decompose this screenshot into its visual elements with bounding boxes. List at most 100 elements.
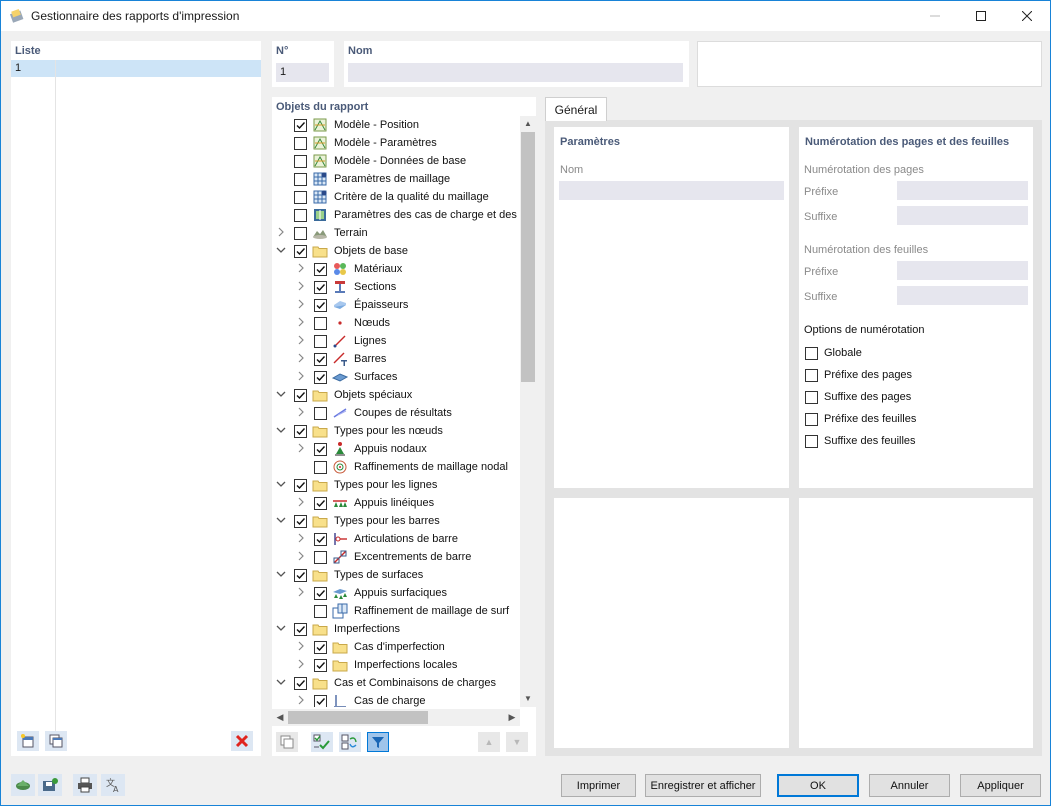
chevron-down-icon[interactable] [276,569,286,581]
chevron-down-icon[interactable] [276,515,286,527]
tree-item-checkbox[interactable] [294,173,307,186]
tree-item[interactable]: Types pour les barres [272,512,520,530]
tree-item[interactable]: Cas et Combinaisons de charges [272,674,520,692]
chevron-right-icon[interactable] [276,227,286,239]
model-view-button[interactable] [11,774,35,796]
chevron-right-icon[interactable] [296,281,306,293]
scroll-left-arrow-icon[interactable]: ◀ [272,709,288,726]
numbering-option[interactable]: Préfixe des pages [805,367,912,383]
tree-item[interactable]: Sections [272,278,520,296]
tree-item-checkbox[interactable] [314,407,327,420]
chevron-right-icon[interactable] [296,443,306,455]
check-all-button[interactable] [311,732,333,752]
tree-item-checkbox[interactable] [294,191,307,204]
chevron-right-icon[interactable] [296,335,306,347]
tree-item-checkbox[interactable] [314,497,327,510]
tree-item[interactable]: Types pour les nœuds [272,422,520,440]
scroll-thumb[interactable] [521,132,535,382]
numbering-option[interactable]: Globale [805,345,862,361]
tree-item-checkbox[interactable] [314,641,327,654]
tree-item[interactable]: Cas d'imperfection [272,638,520,656]
tree-item[interactable]: Excentrements de barre [272,548,520,566]
tree-item[interactable]: Types pour les lignes [272,476,520,494]
name-field[interactable] [348,63,683,82]
sheet-suffix-field[interactable] [897,286,1028,305]
delete-report-button[interactable] [231,731,253,751]
sheet-prefix-field[interactable] [897,261,1028,280]
chevron-down-icon[interactable] [276,245,286,257]
apply-button[interactable]: Appliquer [960,774,1041,797]
chevron-right-icon[interactable] [296,371,306,383]
tree-item-checkbox[interactable] [294,677,307,690]
tree-item-checkbox[interactable] [294,137,307,150]
ok-button[interactable]: OK [777,774,859,797]
tab-general[interactable]: Général [545,97,607,121]
tree-item[interactable]: Épaisseurs [272,296,520,314]
tree-item-checkbox[interactable] [294,479,307,492]
move-down-button[interactable]: ▼ [506,732,528,752]
tree-item-checkbox[interactable] [314,335,327,348]
tree-item[interactable]: Critère de la qualité du maillage [272,188,520,206]
chevron-down-icon[interactable] [276,425,286,437]
move-up-button[interactable]: ▲ [478,732,500,752]
numbering-option-checkbox[interactable] [805,412,818,426]
tree-item[interactable]: Matériaux [272,260,520,278]
tree-item[interactable]: Appuis surfaciques [272,584,520,602]
page-prefix-field[interactable] [897,181,1028,200]
numbering-option-checkbox[interactable] [805,434,818,448]
tree-item-checkbox[interactable] [294,623,307,636]
chevron-right-icon[interactable] [296,263,306,275]
toggle-check-button[interactable] [339,732,361,752]
print-settings-button[interactable] [73,774,97,796]
filter-button[interactable] [367,732,389,752]
tree-item-checkbox[interactable] [314,551,327,564]
new-report-button[interactable] [17,731,39,751]
tree-vertical-scrollbar[interactable]: ▲ ▼ [520,116,536,707]
copy-report-button[interactable] [45,731,67,751]
numbering-option[interactable]: Suffixe des feuilles [805,433,916,449]
tree-item[interactable]: Paramètres de maillage [272,170,520,188]
tree-item[interactable]: Cas de charge [272,692,520,707]
tree-item-checkbox[interactable] [294,245,307,258]
chevron-right-icon[interactable] [296,659,306,671]
chevron-right-icon[interactable] [296,299,306,311]
tree-item[interactable]: Objets de base [272,242,520,260]
close-button[interactable] [1004,1,1050,31]
scroll-right-arrow-icon[interactable]: ▶ [504,709,520,726]
tree-item-checkbox[interactable] [314,371,327,384]
chevron-down-icon[interactable] [276,623,286,635]
tree-item[interactable]: Appuis linéiques [272,494,520,512]
tree-item[interactable]: Types de surfaces [272,566,520,584]
tree-item-checkbox[interactable] [294,119,307,132]
tree-item[interactable]: Modèle - Position [272,116,520,134]
language-button[interactable]: 文 A [101,774,125,796]
tree-item[interactable]: Objets spéciaux [272,386,520,404]
tree-item[interactable]: Appuis nodaux [272,440,520,458]
tree-item-checkbox[interactable] [294,389,307,402]
tree-item-checkbox[interactable] [294,515,307,528]
tree-item[interactable]: Terrain [272,224,520,242]
tree-item[interactable]: Barres [272,350,520,368]
print-button[interactable]: Imprimer [561,774,636,797]
chevron-right-icon[interactable] [296,551,306,563]
chevron-down-icon[interactable] [276,389,286,401]
tree-item-checkbox[interactable] [294,227,307,240]
tree-item[interactable]: Modèle - Paramètres [272,134,520,152]
tree-item-checkbox[interactable] [314,443,327,456]
number-field[interactable]: 1 [276,63,329,82]
tree-item[interactable]: Modèle - Données de base [272,152,520,170]
tree-item-checkbox[interactable] [314,605,327,618]
save-template-button[interactable] [38,774,62,796]
chevron-right-icon[interactable] [296,497,306,509]
tree-item-checkbox[interactable] [314,533,327,546]
tree-item-checkbox[interactable] [294,425,307,438]
tree-item[interactable]: Imperfections locales [272,656,520,674]
numbering-option[interactable]: Préfixe des feuilles [805,411,916,427]
tree-item[interactable]: Surfaces [272,368,520,386]
tree-item-checkbox[interactable] [314,461,327,474]
tree-item-checkbox[interactable] [314,695,327,707]
tree-item-checkbox[interactable] [294,209,307,222]
tree-item-checkbox[interactable] [314,587,327,600]
chevron-down-icon[interactable] [276,677,286,689]
tree-item-checkbox[interactable] [314,659,327,672]
